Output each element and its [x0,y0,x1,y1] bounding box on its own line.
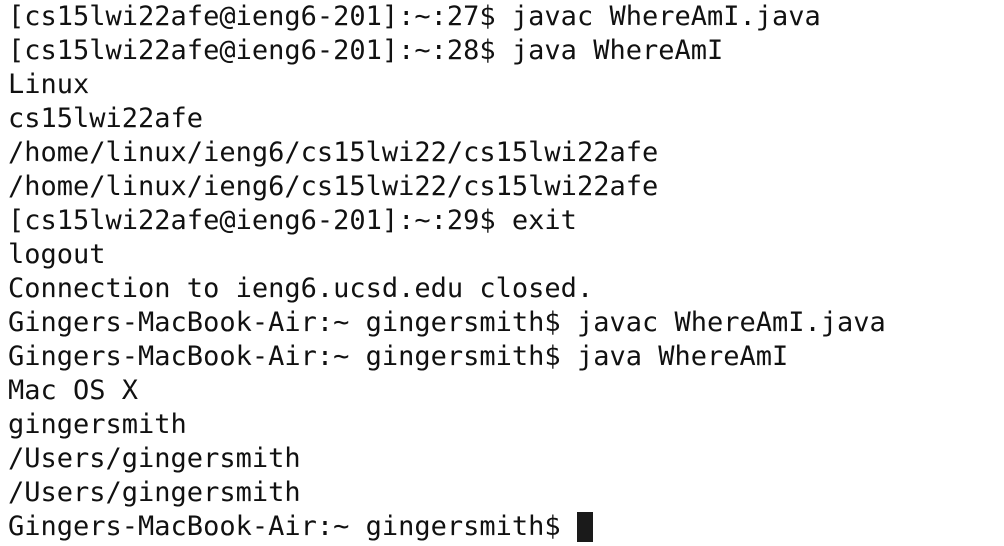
terminal-line-text: Gingers-MacBook-Air:~ gingersmith$ javac… [8,307,886,338]
terminal-line: /home/linux/ieng6/cs15lwi22/cs15lwi22afe [8,170,1004,204]
terminal-window[interactable]: [cs15lwi22afe@ieng6-201]:~:27$ javac Whe… [0,0,1004,546]
terminal-line-text: Connection to ieng6.ucsd.edu closed. [8,273,594,304]
terminal-line: Gingers-MacBook-Air:~ gingersmith$ java … [8,340,1004,374]
terminal-line: [cs15lwi22afe@ieng6-201]:~:27$ javac Whe… [8,0,1004,34]
terminal-line: [cs15lwi22afe@ieng6-201]:~:29$ exit [8,204,1004,238]
terminal-line-text: /Users/gingersmith [8,477,301,508]
terminal-line-text: /home/linux/ieng6/cs15lwi22/cs15lwi22afe [8,137,659,168]
terminal-line: Linux [8,68,1004,102]
terminal-prompt: Gingers-MacBook-Air:~ gingersmith$ [8,511,561,542]
terminal-line-text: cs15lwi22afe [8,103,204,134]
terminal-line-text: [cs15lwi22afe@ieng6-201]:~:27$ javac Whe… [8,1,821,32]
terminal-line: /home/linux/ieng6/cs15lwi22/cs15lwi22afe [8,136,1004,170]
terminal-line: [cs15lwi22afe@ieng6-201]:~:28$ java Wher… [8,34,1004,68]
terminal-input-line[interactable]: Gingers-MacBook-Air:~ gingersmith$ [8,510,1004,544]
terminal-line: logout [8,238,1004,272]
terminal-line-text: Linux [8,69,90,100]
terminal-line: gingersmith [8,408,1004,442]
terminal-line-text: [cs15lwi22afe@ieng6-201]:~:28$ java Wher… [8,35,724,66]
terminal-line-text: /Users/gingersmith [8,443,301,474]
terminal-line: Mac OS X [8,374,1004,408]
terminal-line-text: gingersmith [8,409,187,440]
terminal-line: Gingers-MacBook-Air:~ gingersmith$ javac… [8,306,1004,340]
terminal-line-text: [cs15lwi22afe@ieng6-201]:~:29$ exit [8,205,577,236]
terminal-line-text: Gingers-MacBook-Air:~ gingersmith$ java … [8,341,789,372]
terminal-line: /Users/gingersmith [8,442,1004,476]
terminal-line: cs15lwi22afe [8,102,1004,136]
terminal-line: /Users/gingersmith [8,476,1004,510]
terminal-line: Connection to ieng6.ucsd.edu closed. [8,272,1004,306]
terminal-line-text: Mac OS X [8,375,139,406]
terminal-line-text: logout [8,239,106,270]
terminal-line-text: /home/linux/ieng6/cs15lwi22/cs15lwi22afe [8,171,659,202]
terminal-cursor[interactable] [576,512,593,542]
